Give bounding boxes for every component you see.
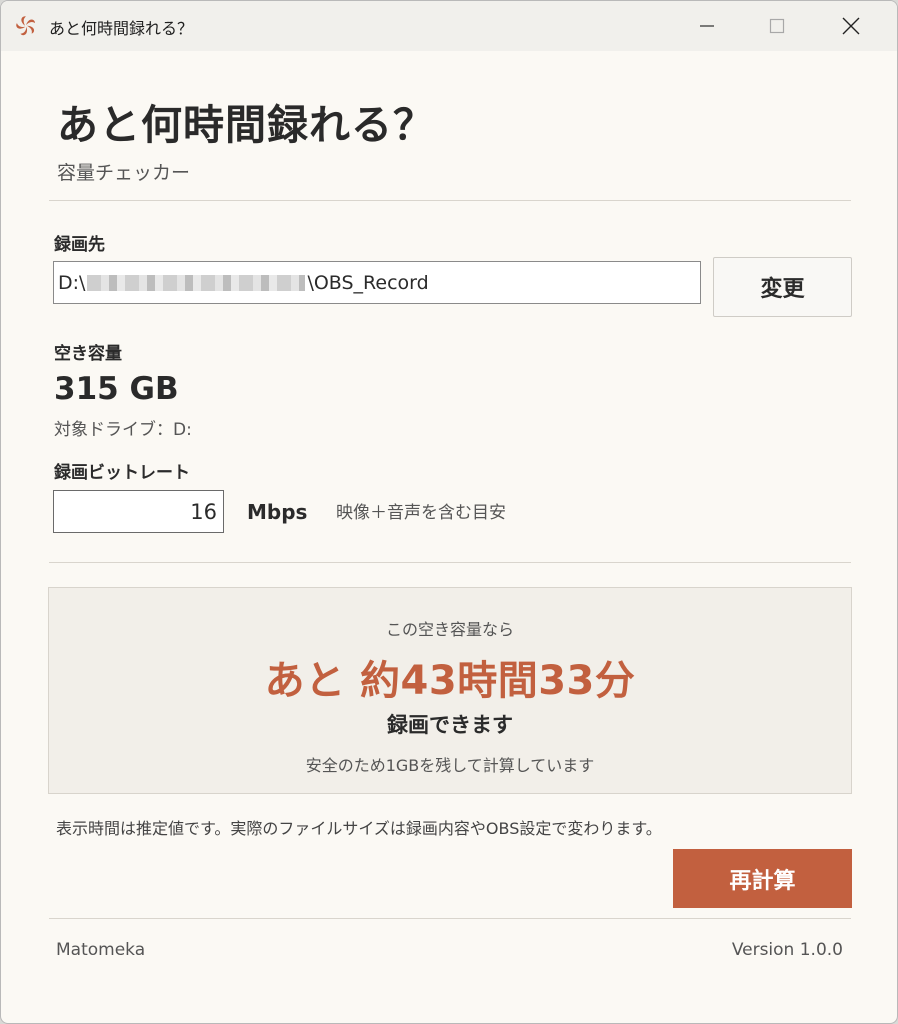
divider (49, 918, 851, 919)
path-prefix: D:\ (58, 271, 86, 294)
page-title: あと何時間録れる？ (57, 101, 435, 149)
redacted-path-segment (87, 274, 306, 291)
bitrate-input[interactable]: 16 (53, 490, 224, 533)
close-button[interactable] (821, 1, 881, 51)
close-icon (842, 17, 860, 35)
free-space-label: 空き容量 (54, 344, 122, 364)
result-panel: この空き容量なら あと 約43時間33分 録画できます 安全のため1GBを残して… (48, 587, 852, 794)
bitrate-hint: 映像＋音声を含む目安 (336, 503, 506, 523)
window-title: あと何時間録れる？ (49, 19, 194, 38)
app-logo-icon (16, 16, 35, 36)
recalculate-button[interactable]: 再計算 (673, 849, 852, 908)
divider (49, 562, 851, 563)
bitrate-label: 録画ビットレート (54, 463, 190, 483)
app-window: あと何時間録れる？ あと何時間録れる？ 容量チェッカー 録画先 D:\ \OBS_… (0, 0, 898, 1024)
target-drive-text: 対象ドライブ：D: (54, 420, 192, 440)
change-destination-button[interactable]: 変更 (713, 257, 852, 317)
remaining-time: あと 約43時間33分 (264, 658, 636, 704)
free-space-value: 315 GB (54, 371, 179, 407)
result-note: 安全のため1GBを残して計算しています (305, 756, 595, 775)
minimize-icon (700, 25, 714, 27)
title-bar: あと何時間録れる？ (1, 1, 897, 51)
result-post-text: 録画できます (387, 713, 513, 737)
maximize-button[interactable] (747, 1, 807, 51)
maximize-icon (769, 18, 785, 34)
page-subtitle: 容量チェッカー (57, 162, 191, 184)
version-text: Version 1.0.0 (731, 940, 843, 960)
minimize-button[interactable] (677, 1, 737, 51)
disclaimer-text: 表示時間は推定値です。実際のファイルサイズは録画内容やOBS設定で変わります。 (56, 819, 662, 838)
destination-label: 録画先 (54, 235, 105, 255)
path-suffix: \OBS_Record (307, 271, 429, 294)
bitrate-unit: Mbps (247, 500, 308, 524)
divider (49, 200, 851, 201)
result-pre-text: この空き容量なら (385, 620, 514, 639)
destination-path-field[interactable]: D:\ \OBS_Record (53, 261, 701, 304)
brand-text: Matomeka (56, 940, 146, 960)
